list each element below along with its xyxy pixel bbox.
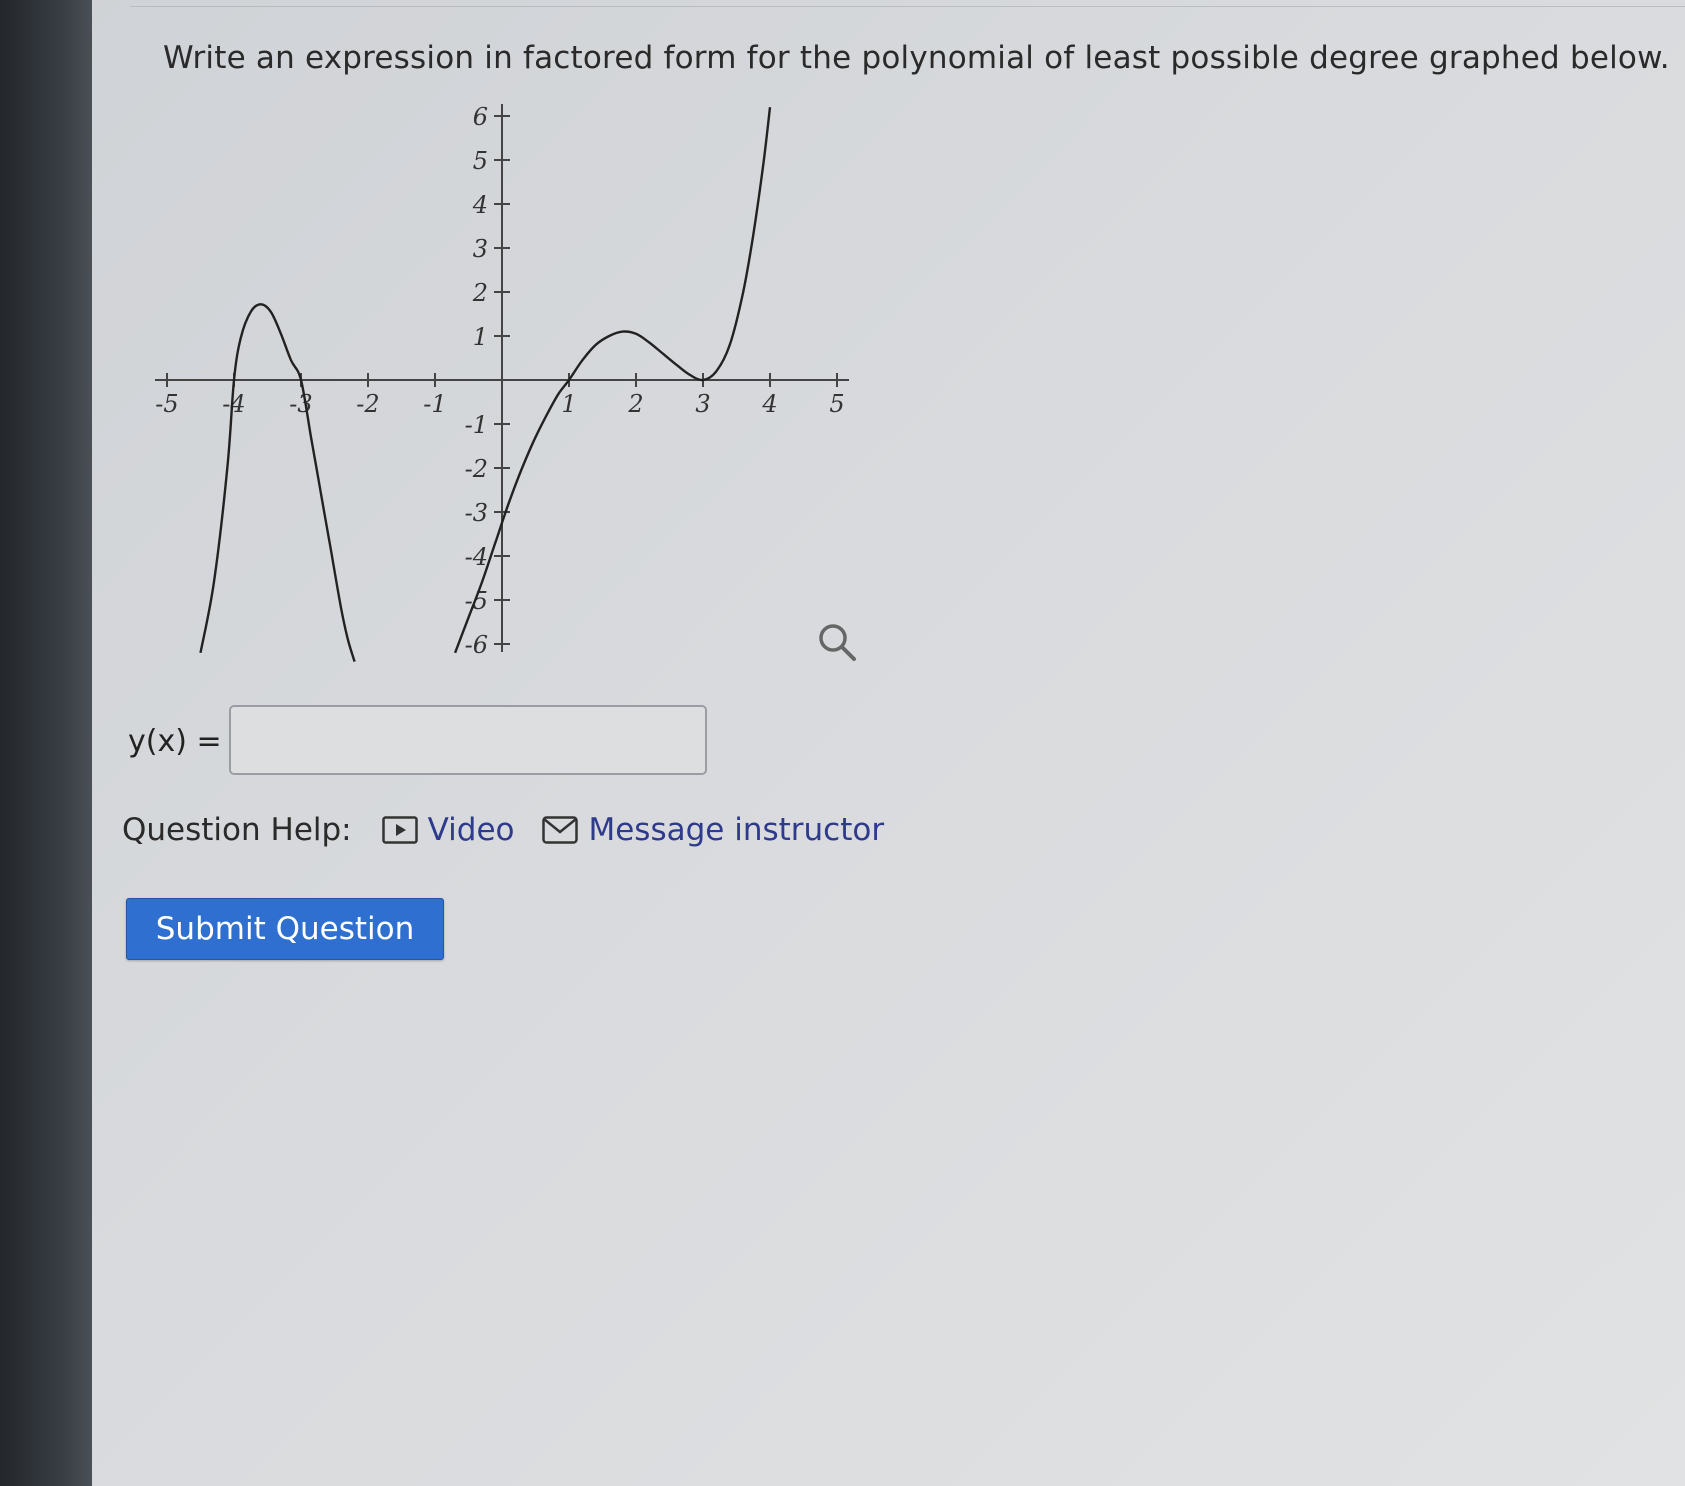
curve-series-1 bbox=[199, 303, 356, 662]
screen-bezel bbox=[0, 0, 92, 1486]
zoom-magnifier-icon[interactable] bbox=[819, 624, 856, 661]
answer-label: y(x) = bbox=[128, 724, 222, 759]
y-tick-label: 4 bbox=[472, 191, 488, 219]
x-tick-label: 4 bbox=[761, 390, 777, 418]
top-divider bbox=[130, 6, 1685, 7]
y-tick-label: 1 bbox=[473, 323, 488, 351]
video-play-icon bbox=[381, 816, 418, 844]
answer-label-text: y(x) = bbox=[128, 724, 222, 759]
y-tick-label: -3 bbox=[465, 499, 488, 527]
x-tick-label: 2 bbox=[627, 390, 643, 418]
graph-container: -5 -4 -3 -2 -1 1 2 3 4 5 6 5 4 3 2 1 -1 -2 -3 -4 -5 -6 bbox=[125, 100, 870, 680]
y-tick-label: 5 bbox=[473, 147, 488, 175]
polynomial-graph: -5 -4 -3 -2 -1 1 2 3 4 5654321-1-2-3-4-5-6 bbox=[155, 103, 856, 662]
x-tick-label: 5 bbox=[829, 390, 844, 418]
message-instructor-label: Message instructor bbox=[588, 812, 885, 848]
x-tick-label: -3 bbox=[289, 390, 312, 418]
answer-input[interactable] bbox=[229, 705, 707, 775]
envelope-icon bbox=[542, 816, 579, 844]
message-instructor-link[interactable]: Message instructor bbox=[542, 812, 884, 848]
question-help-label: Question Help: bbox=[122, 812, 352, 848]
y-tick-label: 2 bbox=[472, 279, 488, 307]
submit-question-button[interactable]: Submit Question bbox=[126, 898, 444, 960]
video-link[interactable]: Video bbox=[381, 812, 515, 848]
video-link-label: Video bbox=[427, 812, 515, 848]
x-tick-label: -5 bbox=[155, 390, 178, 418]
y-tick-label: -2 bbox=[465, 455, 488, 483]
y-tick-label: 3 bbox=[473, 235, 488, 263]
x-tick-label: 1 bbox=[561, 390, 576, 418]
y-tick-label: -6 bbox=[465, 631, 488, 659]
x-tick-label: -1 bbox=[423, 390, 446, 418]
x-tick-label: 3 bbox=[695, 390, 710, 418]
question-help-row: Question Help: Video Message instructor bbox=[122, 812, 912, 848]
y-tick-label: -1 bbox=[465, 411, 488, 439]
question-prompt: Write an expression in factored form for… bbox=[163, 40, 1670, 76]
x-tick-label: -2 bbox=[356, 390, 379, 418]
y-tick-label: -5 bbox=[465, 587, 488, 615]
y-tick-label: -4 bbox=[465, 543, 488, 571]
y-tick-label: 6 bbox=[473, 103, 488, 131]
